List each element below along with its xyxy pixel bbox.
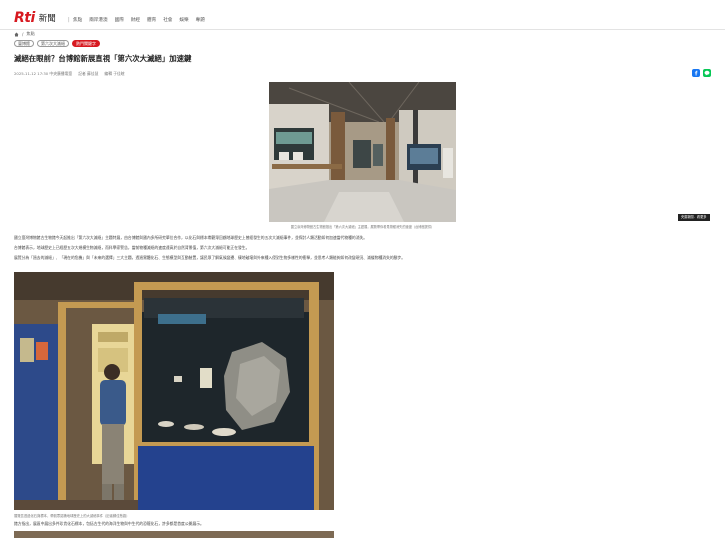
article-paragraph: 台博館表示，地球歷史上已經歷五次大規模生物滅絕，而科學家警告，當前物種滅絕的速度…: [14, 245, 250, 250]
nav-item[interactable]: 體育: [147, 17, 156, 23]
line-share-button[interactable]: [703, 69, 711, 77]
breadcrumb: / 焦點: [14, 31, 35, 37]
article-paragraph: 館方指出，展區中展出多件珍貴化石標本，包括古生代的海洋生物與中生代的恐龍化石，許…: [14, 521, 204, 526]
nav-item[interactable]: 社會: [163, 17, 172, 23]
main-nav: 焦點 兩岸港澳 國際 財經 體育 社會 娛樂 專題: [73, 17, 205, 23]
article-meta: 2025-11-12 17:30 中央廣播電臺 記者 蘇佳慧 編輯 于佳暄: [14, 71, 125, 77]
nav-item[interactable]: 焦點: [73, 17, 82, 23]
breadcrumb-separator: /: [22, 31, 24, 37]
article-editor: 編輯 于佳暄: [104, 71, 125, 76]
tag-item-hot[interactable]: 熱門關鍵字: [72, 40, 100, 47]
article-date: 2025-11-12 17:30 中央廣播電臺: [14, 71, 73, 76]
home-icon[interactable]: [14, 32, 19, 37]
site-logo[interactable]: Rti 新聞: [14, 9, 56, 25]
article-title: 滅絕在眼前？台博館新展直視「第六次大滅絕」加速鍵: [14, 54, 192, 63]
nav-item[interactable]: 兩岸港澳: [89, 17, 107, 23]
facebook-share-button[interactable]: [692, 69, 700, 77]
tag-item[interactable]: 臺博館: [14, 40, 34, 47]
article-image-museum-hall: [269, 82, 456, 222]
nav-item[interactable]: 專題: [196, 17, 205, 23]
tag-item[interactable]: 第六次大滅絕: [37, 40, 69, 47]
more-news-badge[interactable]: 央廣新聞．看更多: [678, 214, 710, 221]
tag-list: 臺博館 第六次大滅絕 熱門關鍵字: [14, 40, 100, 47]
article-paragraph: 國立臺灣博物館古生物館今天起推出「第六次大滅絕」主題特展，由台博館與國內多所研究…: [14, 235, 368, 240]
article-paragraph: 展覽分為「過去的滅絕」、「現在的危機」與「未來的選擇」三大主題，透過實體化石、生…: [14, 255, 406, 260]
image-caption: 國立臺灣博物館古生物館推出「第六次大滅絕」主題展，展覽帶你看見物種消失的速度（台…: [290, 225, 435, 229]
nav-item[interactable]: 財經: [131, 17, 140, 23]
line-icon: [704, 70, 710, 76]
logo-rti: Rti: [14, 10, 35, 26]
nav-item[interactable]: 國際: [115, 17, 124, 23]
article-image-partial: [14, 531, 334, 538]
facebook-icon: [694, 70, 698, 76]
article-image-fossil-display: [14, 272, 334, 510]
site-header: Rti 新聞 | 焦點 兩岸港澳 國際 財經 體育 社會 娛樂 專題: [0, 0, 725, 30]
image-caption: 展覽區透過化石與標本，帶觀眾認識地球歷史上的大滅絕事件（記者蘇佳慧攝）: [14, 514, 130, 518]
breadcrumb-current[interactable]: 焦點: [26, 31, 34, 37]
nav-item[interactable]: 娛樂: [179, 17, 188, 23]
article-author: 記者 蘇佳慧: [78, 71, 99, 76]
nav-separator: |: [68, 17, 70, 23]
logo-news-label: 新聞: [38, 14, 56, 24]
